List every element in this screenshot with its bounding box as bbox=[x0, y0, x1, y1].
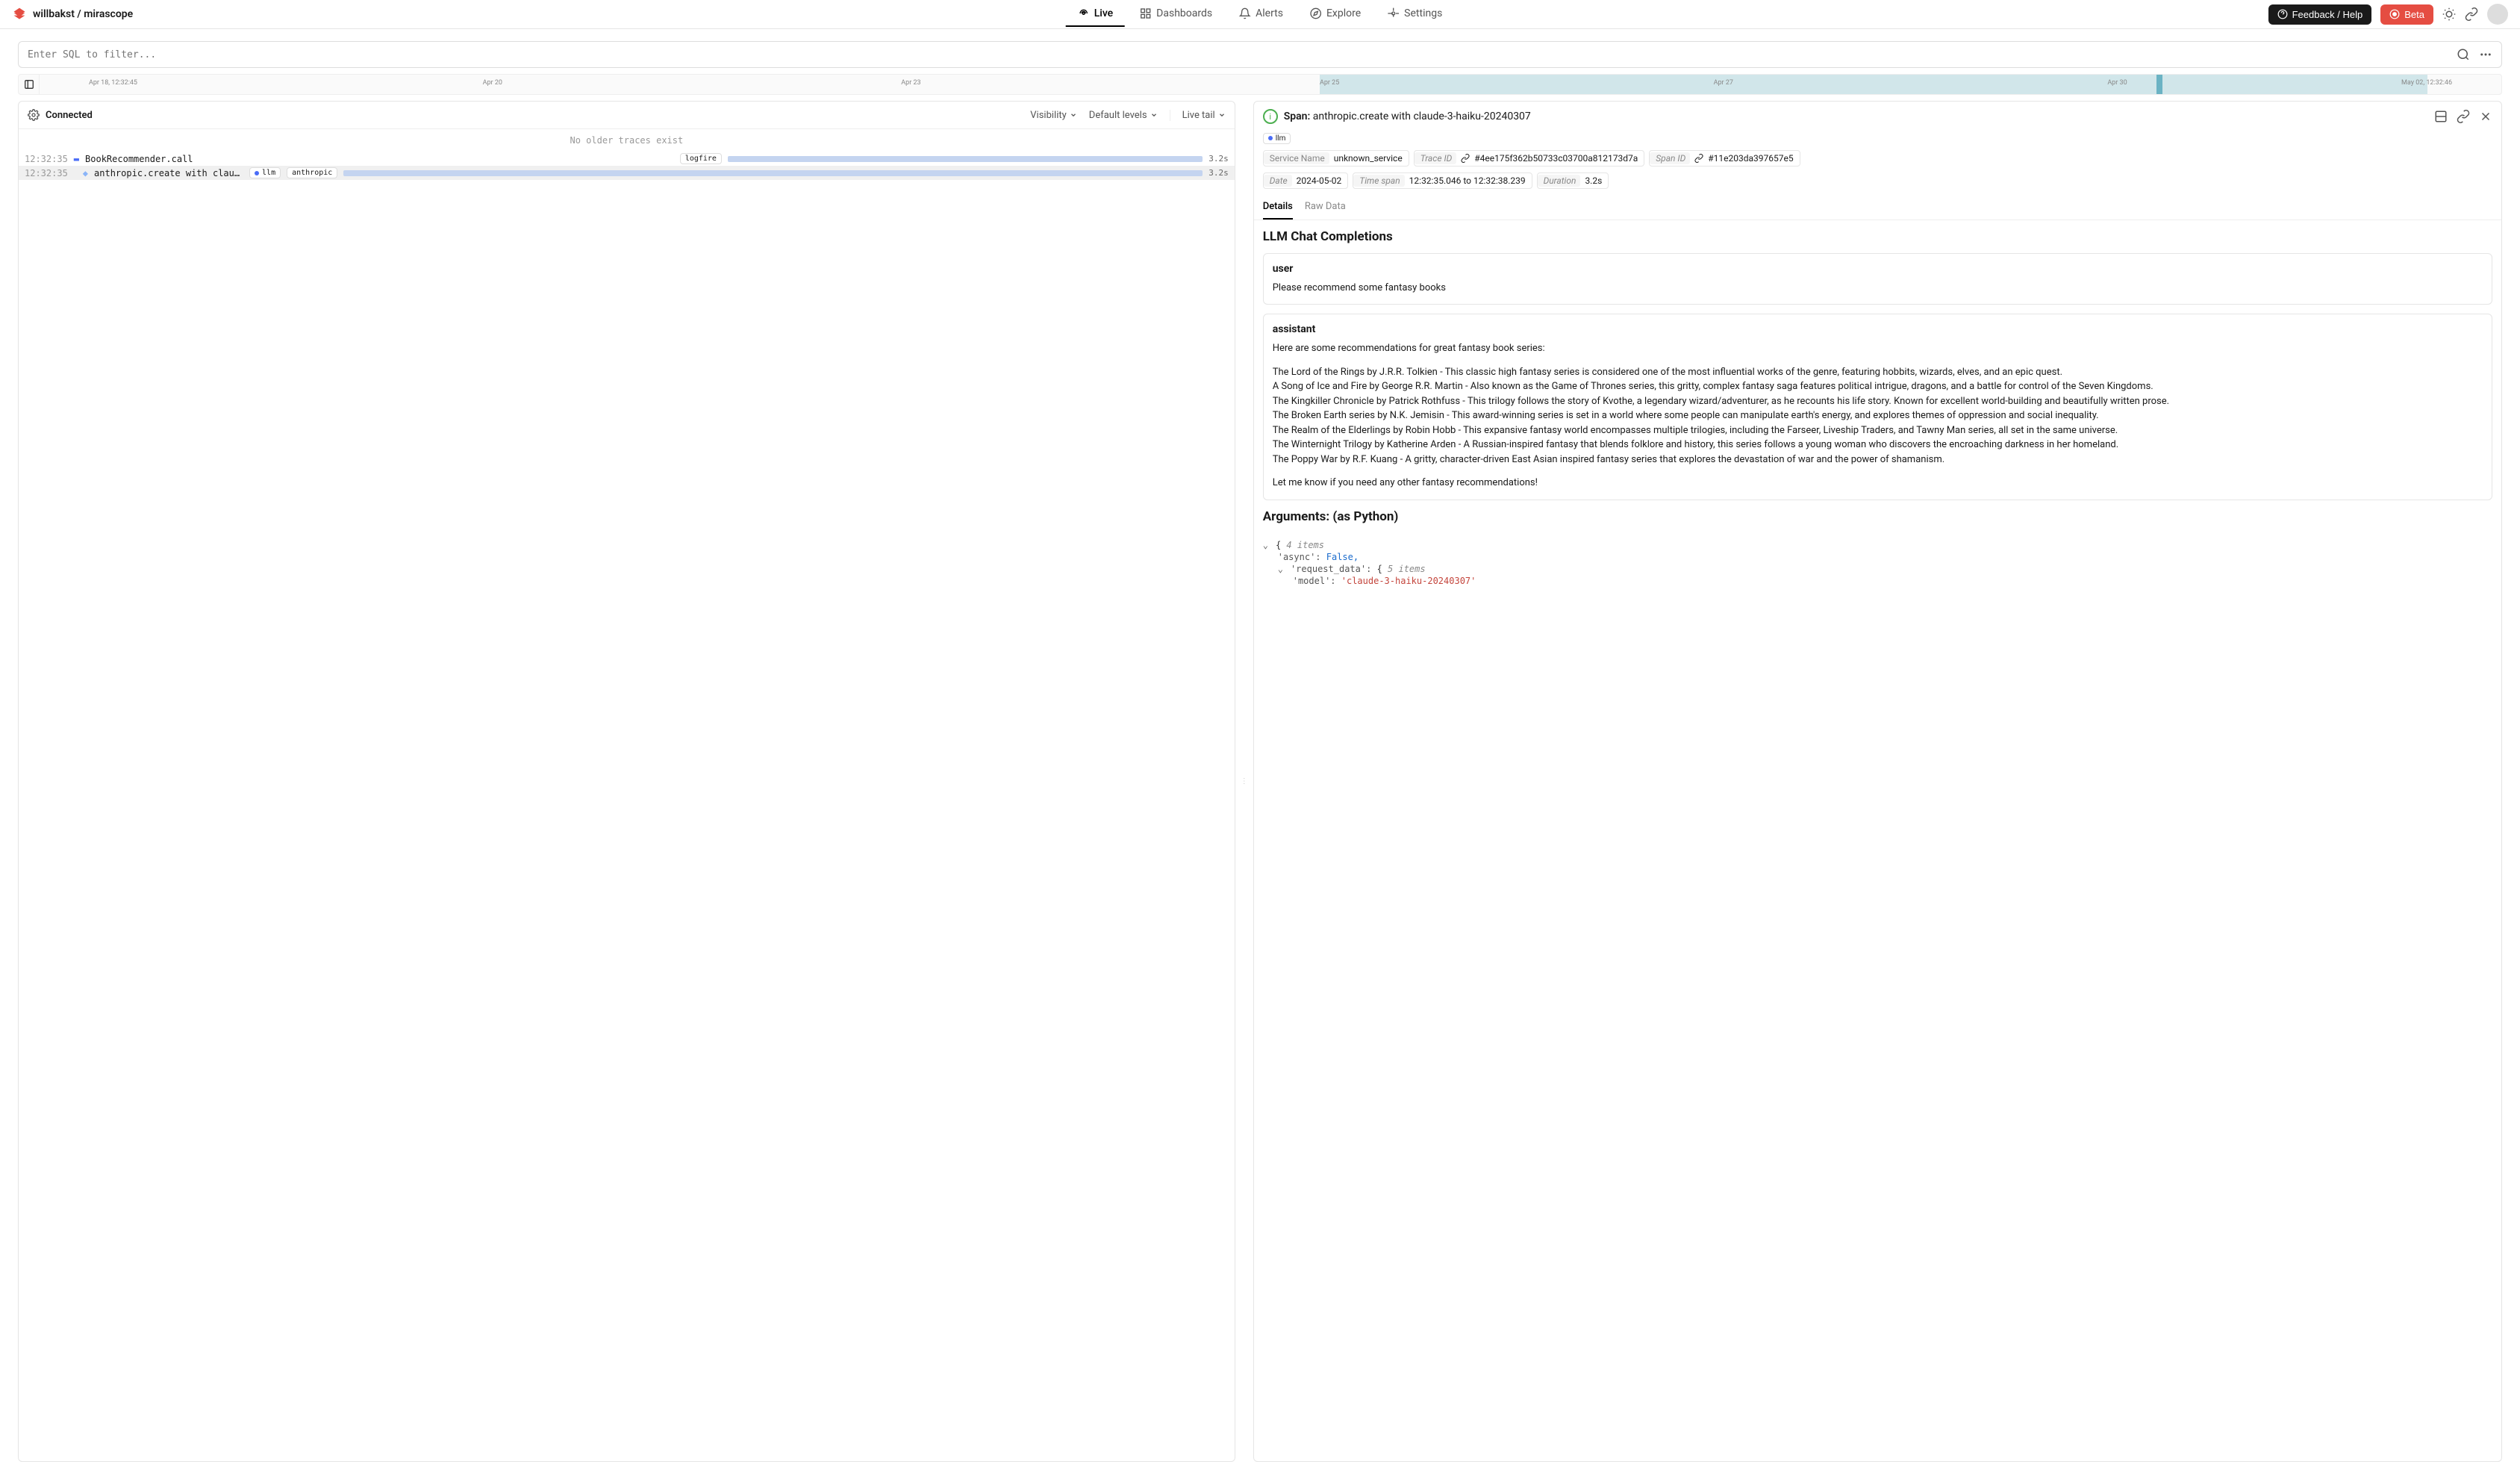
levels-dropdown[interactable]: Default levels bbox=[1089, 110, 1158, 121]
nav: Live Dashboards Alerts Explore Settings bbox=[1066, 1, 1455, 27]
badge-anthropic: anthropic bbox=[287, 167, 337, 178]
connected-label: Connected bbox=[46, 110, 93, 121]
meta-row: Service Nameunknown_service Trace ID#4ee… bbox=[1254, 150, 2501, 172]
search-bar bbox=[18, 41, 2502, 68]
meta-trace-id[interactable]: Trace ID#4ee175f362b50733c03700a812173d7… bbox=[1414, 150, 1645, 167]
left-panel: Connected Visibility Default levels Live… bbox=[18, 101, 1235, 1462]
meta-service: Service Nameunknown_service bbox=[1263, 150, 1409, 167]
panel-icon bbox=[24, 79, 34, 90]
live-tail-dropdown[interactable]: Live tail bbox=[1170, 110, 1226, 121]
link-icon bbox=[1694, 154, 1703, 163]
theme-icon[interactable] bbox=[2442, 7, 2456, 21]
link-icon bbox=[1461, 154, 1470, 163]
no-traces: No older traces exist bbox=[19, 129, 1235, 152]
layout-icon[interactable] bbox=[2434, 110, 2448, 123]
broadcast-icon bbox=[1078, 7, 1090, 19]
trace-row[interactable]: 12:32:35 ▬ BookRecommender.call logfire … bbox=[19, 152, 1235, 166]
link-icon[interactable] bbox=[2465, 7, 2478, 21]
meta-timespan: Time span12:32:35.046 to 12:32:38.239 bbox=[1353, 172, 1532, 189]
record-icon bbox=[2389, 9, 2400, 19]
timeline: Apr 18, 12:32:45 Apr 20 Apr 23 Apr 25 Ap… bbox=[18, 74, 2502, 95]
chevron-down-icon bbox=[1070, 111, 1077, 119]
header-right: Feedback / Help Beta bbox=[2268, 4, 2508, 25]
resizer[interactable]: ⋮ bbox=[1241, 101, 1247, 1462]
meta-duration: Duration3.2s bbox=[1537, 172, 1609, 189]
help-icon bbox=[2277, 9, 2288, 19]
badge-logfire: logfire bbox=[680, 153, 722, 164]
right-panel: i Span: anthropic.create with claude-3-h… bbox=[1253, 101, 2502, 1462]
bell-icon bbox=[1239, 7, 1251, 19]
nav-alerts[interactable]: Alerts bbox=[1227, 1, 1295, 27]
logo[interactable]: willbakst / mirascope bbox=[12, 7, 133, 22]
gear-icon bbox=[1388, 7, 1400, 19]
meta-row-2: Date2024-05-02 Time span12:32:35.046 to … bbox=[1254, 172, 2501, 195]
beta-button[interactable]: Beta bbox=[2380, 4, 2433, 25]
compass-icon bbox=[1310, 7, 1322, 19]
search-icon[interactable] bbox=[2457, 48, 2470, 61]
tab-details[interactable]: Details bbox=[1263, 195, 1293, 220]
timeline-track[interactable]: Apr 18, 12:32:45 Apr 20 Apr 23 Apr 25 Ap… bbox=[40, 75, 2501, 94]
tabs: Details Raw Data bbox=[1254, 195, 2501, 220]
message-user: user Please recommend some fantasy books bbox=[1263, 253, 2492, 305]
more-icon[interactable] bbox=[2479, 48, 2492, 61]
args-block: ⌄ { 4 items 'async': False, ⌄ 'request_d… bbox=[1263, 533, 2492, 593]
content: LLM Chat Completions user Please recomme… bbox=[1254, 220, 2501, 602]
right-header: i Span: anthropic.create with claude-3-h… bbox=[1254, 102, 2501, 131]
timeline-toggle[interactable] bbox=[19, 74, 40, 95]
info-icon: i bbox=[1263, 109, 1278, 124]
badge-llm: llm bbox=[249, 167, 281, 178]
logo-icon bbox=[12, 7, 27, 22]
feedback-button[interactable]: Feedback / Help bbox=[2268, 4, 2372, 25]
link-icon[interactable] bbox=[2457, 110, 2470, 123]
chevron-down-icon bbox=[1150, 111, 1158, 119]
nav-explore[interactable]: Explore bbox=[1298, 1, 1373, 27]
gear-icon[interactable] bbox=[28, 109, 40, 121]
meta-span-id[interactable]: Span ID#11e203da397657e5 bbox=[1649, 150, 1800, 167]
header: willbakst / mirascope Live Dashboards Al… bbox=[0, 0, 2520, 29]
avatar[interactable] bbox=[2487, 4, 2508, 25]
span-title: Span: anthropic.create with claude-3-hai… bbox=[1284, 111, 1531, 122]
nav-live[interactable]: Live bbox=[1066, 1, 1125, 27]
section-title: LLM Chat Completions bbox=[1263, 229, 2492, 244]
close-icon[interactable] bbox=[2479, 110, 2492, 123]
badge-llm: llm bbox=[1263, 133, 1291, 144]
args-title: Arguments: (as Python) bbox=[1263, 509, 2492, 524]
nav-dashboards[interactable]: Dashboards bbox=[1128, 1, 1224, 27]
left-header: Connected Visibility Default levels Live… bbox=[19, 102, 1235, 129]
tab-raw-data[interactable]: Raw Data bbox=[1305, 195, 1346, 220]
trace-row[interactable]: 12:32:35 ◆ anthropic.create with claude-… bbox=[19, 166, 1235, 180]
nav-settings[interactable]: Settings bbox=[1376, 1, 1454, 27]
chevron-down-icon bbox=[1218, 111, 1226, 119]
visibility-dropdown[interactable]: Visibility bbox=[1030, 110, 1077, 121]
breadcrumb[interactable]: willbakst / mirascope bbox=[33, 8, 133, 20]
message-assistant: assistant Here are some recommendations … bbox=[1263, 314, 2492, 500]
search-input[interactable] bbox=[28, 49, 2457, 60]
meta-date: Date2024-05-02 bbox=[1263, 172, 1349, 189]
grid-icon bbox=[1140, 7, 1152, 19]
